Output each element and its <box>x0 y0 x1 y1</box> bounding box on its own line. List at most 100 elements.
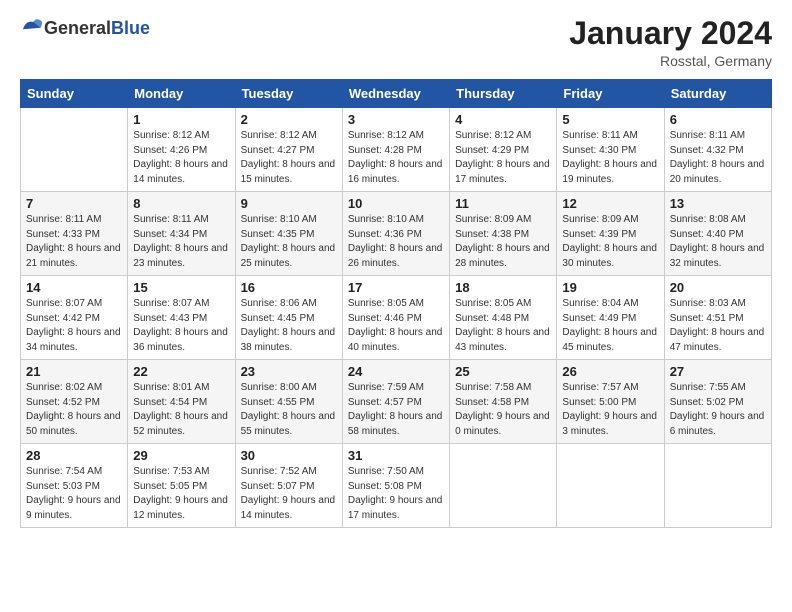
col-monday: Monday <box>128 80 235 108</box>
logo-text: GeneralBlue <box>44 18 150 39</box>
calendar-cell: 19 Sunrise: 8:04 AMSunset: 4:49 PMDayligh… <box>557 276 664 360</box>
day-number: 1 <box>133 112 229 127</box>
day-detail: Sunrise: 8:07 AMSunset: 4:42 PMDaylight:… <box>26 297 122 355</box>
calendar-cell: 31Sunrise: 7:50 AMSunset: 5:08 PMDayligh… <box>342 444 449 528</box>
day-number: 8 <box>133 196 229 211</box>
day-number: 19 <box>562 280 658 295</box>
day-number: 24 <box>348 364 444 379</box>
logo-icon <box>20 16 42 38</box>
day-number: 18 <box>455 280 551 295</box>
calendar-cell: 27 Sunrise: 7:55 AMSunset: 5:02 PMDayligh… <box>664 360 771 444</box>
day-detail: Sunrise: 8:00 AMSunset: 4:55 PMDaylight:… <box>241 381 337 439</box>
day-detail: Sunrise: 8:01 AMSunset: 4:54 PMDaylight:… <box>133 381 229 439</box>
day-detail: Sunrise: 7:54 AMSunset: 5:03 PMDaylight:… <box>26 465 122 523</box>
day-detail: Sunrise: 8:10 AMSunset: 4:36 PMDaylight:… <box>348 213 444 271</box>
calendar-cell: 15 Sunrise: 8:07 AMSunset: 4:43 PMDayligh… <box>128 276 235 360</box>
logo-general: General <box>44 18 111 38</box>
day-detail: Sunrise: 8:09 AMSunset: 4:39 PMDaylight:… <box>562 213 658 271</box>
calendar-cell: 13Sunrise: 8:08 AMSunset: 4:40 PMDayligh… <box>664 192 771 276</box>
col-thursday: Thursday <box>450 80 557 108</box>
day-detail: Sunrise: 7:52 AMSunset: 5:07 PMDaylight:… <box>241 465 337 523</box>
day-number: 7 <box>26 196 122 211</box>
day-number: 2 <box>241 112 337 127</box>
day-detail: Sunrise: 8:12 AMSunset: 4:26 PMDaylight:… <box>133 129 229 187</box>
calendar-cell: 22 Sunrise: 8:01 AMSunset: 4:54 PMDayligh… <box>128 360 235 444</box>
day-detail: Sunrise: 8:06 AMSunset: 4:45 PMDaylight:… <box>241 297 337 355</box>
day-detail: Sunrise: 8:11 AMSunset: 4:33 PMDaylight:… <box>26 213 122 271</box>
day-detail: Sunrise: 8:02 AMSunset: 4:52 PMDaylight:… <box>26 381 122 439</box>
day-detail: Sunrise: 8:08 AMSunset: 4:40 PMDaylight:… <box>670 213 766 271</box>
day-detail: Sunrise: 8:04 AMSunset: 4:49 PMDaylight:… <box>562 297 658 355</box>
day-number: 25 <box>455 364 551 379</box>
day-number: 22 <box>133 364 229 379</box>
day-number: 31 <box>348 448 444 463</box>
page: GeneralBlue January 2024 Rosstal, German… <box>0 0 792 612</box>
day-number: 30 <box>241 448 337 463</box>
day-detail: Sunrise: 7:53 AMSunset: 5:05 PMDaylight:… <box>133 465 229 523</box>
day-number: 21 <box>26 364 122 379</box>
day-detail: Sunrise: 8:05 AMSunset: 4:46 PMDaylight:… <box>348 297 444 355</box>
day-detail: Sunrise: 8:09 AMSunset: 4:38 PMDaylight:… <box>455 213 551 271</box>
col-tuesday: Tuesday <box>235 80 342 108</box>
calendar-week-1: 7 Sunrise: 8:11 AMSunset: 4:33 PMDaylight… <box>21 192 772 276</box>
col-friday: Friday <box>557 80 664 108</box>
calendar-cell <box>664 444 771 528</box>
month-title: January 2024 <box>569 16 772 51</box>
calendar-week-3: 21 Sunrise: 8:02 AMSunset: 4:52 PMDayligh… <box>21 360 772 444</box>
logo-blue: Blue <box>111 18 150 38</box>
day-number: 29 <box>133 448 229 463</box>
day-detail: Sunrise: 8:07 AMSunset: 4:43 PMDaylight:… <box>133 297 229 355</box>
day-detail: Sunrise: 7:55 AMSunset: 5:02 PMDaylight:… <box>670 381 766 439</box>
calendar-week-2: 14 Sunrise: 8:07 AMSunset: 4:42 PMDayligh… <box>21 276 772 360</box>
calendar-cell: 5Sunrise: 8:11 AMSunset: 4:30 PMDaylight… <box>557 108 664 192</box>
calendar-cell: 26Sunrise: 7:57 AMSunset: 5:00 PMDayligh… <box>557 360 664 444</box>
header: GeneralBlue January 2024 Rosstal, German… <box>20 16 772 69</box>
calendar-cell: 10 Sunrise: 8:10 AMSunset: 4:36 PMDayligh… <box>342 192 449 276</box>
title-area: January 2024 Rosstal, Germany <box>569 16 772 69</box>
calendar-cell: 17 Sunrise: 8:05 AMSunset: 4:46 PMDayligh… <box>342 276 449 360</box>
day-number: 17 <box>348 280 444 295</box>
calendar-cell <box>21 108 128 192</box>
day-number: 9 <box>241 196 337 211</box>
day-number: 20 <box>670 280 766 295</box>
day-number: 10 <box>348 196 444 211</box>
logo: GeneralBlue <box>20 16 150 40</box>
calendar-cell: 29 Sunrise: 7:53 AMSunset: 5:05 PMDayligh… <box>128 444 235 528</box>
day-number: 27 <box>670 364 766 379</box>
day-detail: Sunrise: 7:59 AMSunset: 4:57 PMDaylight:… <box>348 381 444 439</box>
day-detail: Sunrise: 8:11 AMSunset: 4:34 PMDaylight:… <box>133 213 229 271</box>
calendar-cell: 7 Sunrise: 8:11 AMSunset: 4:33 PMDaylight… <box>21 192 128 276</box>
day-number: 12 <box>562 196 658 211</box>
calendar-cell: 16 Sunrise: 8:06 AMSunset: 4:45 PMDayligh… <box>235 276 342 360</box>
day-detail: Sunrise: 8:05 AMSunset: 4:48 PMDaylight:… <box>455 297 551 355</box>
calendar-cell: 30 Sunrise: 7:52 AMSunset: 5:07 PMDayligh… <box>235 444 342 528</box>
day-number: 6 <box>670 112 766 127</box>
calendar-week-4: 28Sunrise: 7:54 AMSunset: 5:03 PMDayligh… <box>21 444 772 528</box>
calendar-week-0: 1 Sunrise: 8:12 AMSunset: 4:26 PMDaylight… <box>21 108 772 192</box>
day-number: 14 <box>26 280 122 295</box>
day-number: 4 <box>455 112 551 127</box>
calendar-cell: 28Sunrise: 7:54 AMSunset: 5:03 PMDayligh… <box>21 444 128 528</box>
calendar-cell: 12 Sunrise: 8:09 AMSunset: 4:39 PMDayligh… <box>557 192 664 276</box>
day-detail: Sunrise: 8:12 AMSunset: 4:29 PMDaylight:… <box>455 129 551 187</box>
calendar-cell: 3Sunrise: 8:12 AMSunset: 4:28 PMDaylight… <box>342 108 449 192</box>
calendar-table: Sunday Monday Tuesday Wednesday Thursday… <box>20 79 772 528</box>
calendar-cell: 4 Sunrise: 8:12 AMSunset: 4:29 PMDaylight… <box>450 108 557 192</box>
day-number: 16 <box>241 280 337 295</box>
day-number: 23 <box>241 364 337 379</box>
day-detail: Sunrise: 8:03 AMSunset: 4:51 PMDaylight:… <box>670 297 766 355</box>
day-detail: Sunrise: 8:12 AMSunset: 4:27 PMDaylight:… <box>241 129 337 187</box>
day-detail: Sunrise: 8:11 AMSunset: 4:32 PMDaylight:… <box>670 129 766 187</box>
day-detail: Sunrise: 8:12 AMSunset: 4:28 PMDaylight:… <box>348 129 444 187</box>
day-detail: Sunrise: 8:11 AMSunset: 4:30 PMDaylight:… <box>562 129 658 187</box>
calendar-cell: 2 Sunrise: 8:12 AMSunset: 4:27 PMDaylight… <box>235 108 342 192</box>
day-number: 26 <box>562 364 658 379</box>
col-sunday: Sunday <box>21 80 128 108</box>
day-number: 11 <box>455 196 551 211</box>
calendar-cell <box>450 444 557 528</box>
day-number: 15 <box>133 280 229 295</box>
calendar-cell <box>557 444 664 528</box>
calendar-cell: 9Sunrise: 8:10 AMSunset: 4:35 PMDaylight… <box>235 192 342 276</box>
col-saturday: Saturday <box>664 80 771 108</box>
calendar-cell: 21 Sunrise: 8:02 AMSunset: 4:52 PMDayligh… <box>21 360 128 444</box>
